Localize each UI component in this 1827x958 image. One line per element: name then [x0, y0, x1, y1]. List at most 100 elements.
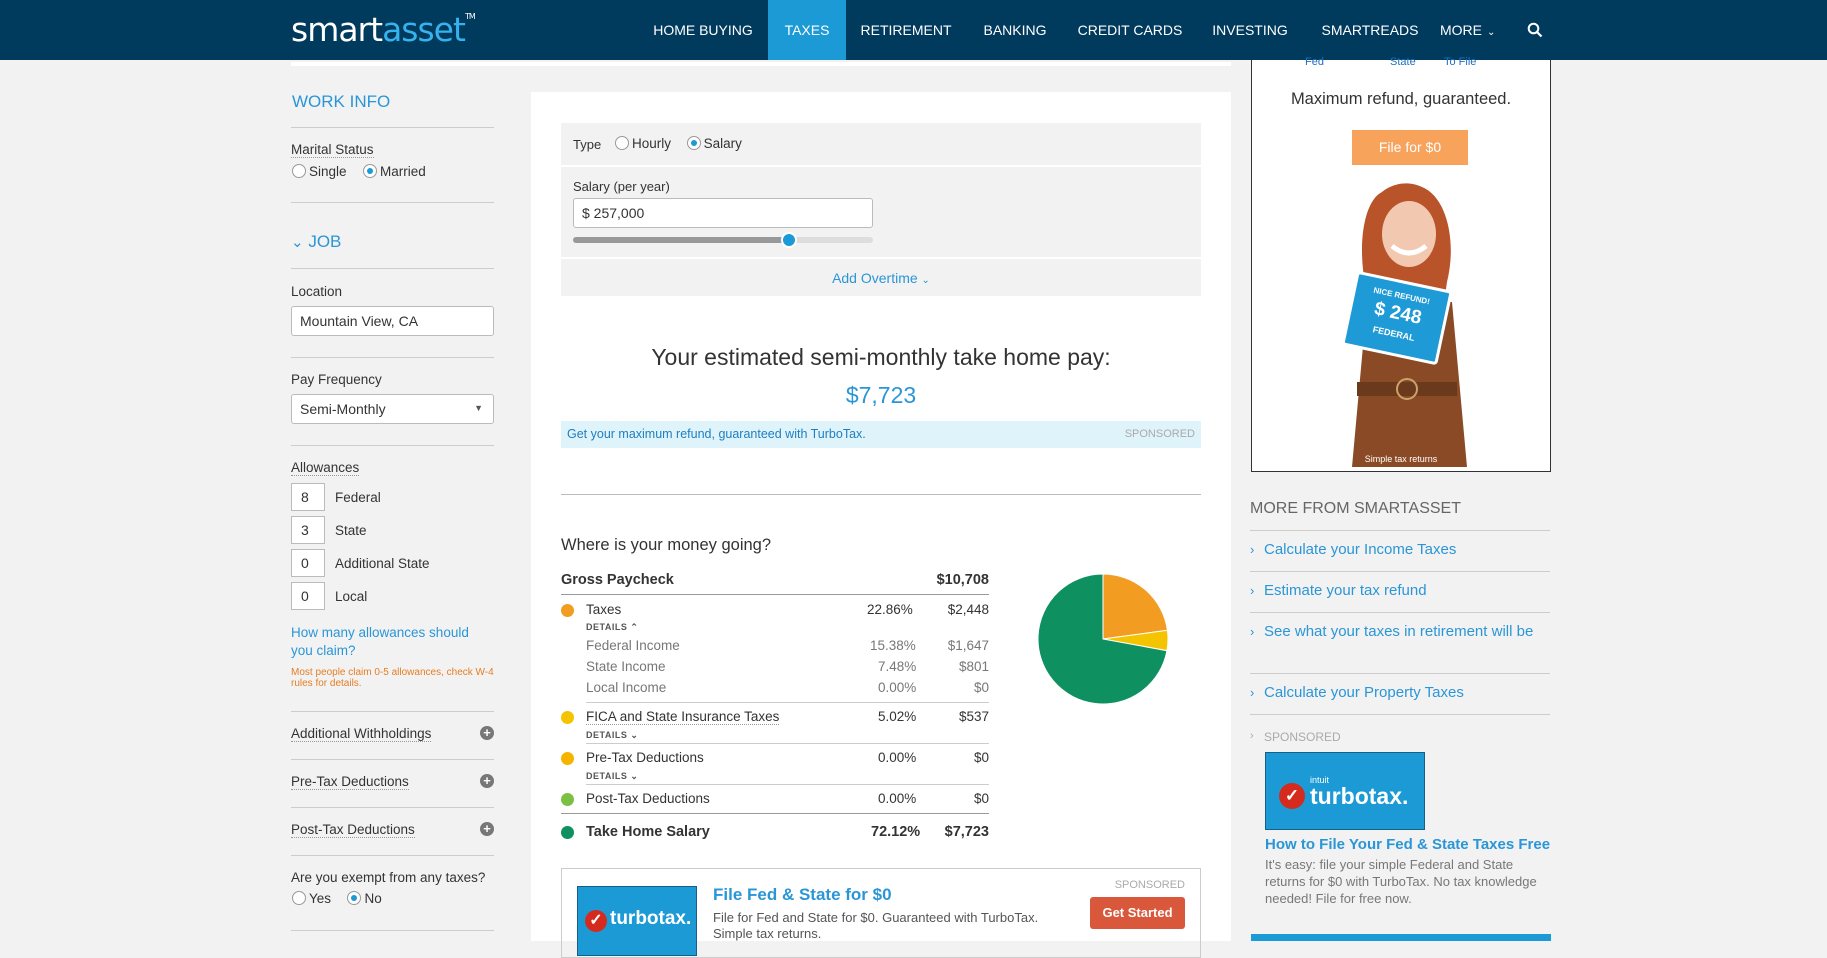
logo-asset-text: asset [382, 10, 466, 49]
allowance-state-label: State [335, 523, 367, 538]
main-panel: Type Hourly Salary Salary (per year) $ 2… [531, 92, 1231, 958]
divider [561, 494, 1201, 495]
plus-icon[interactable]: + [480, 774, 494, 788]
allowance-federal-input[interactable]: 8 [291, 483, 325, 511]
link-tax-refund[interactable]: Estimate your tax refund [1264, 581, 1548, 601]
divider [291, 759, 494, 760]
pay-type-box: Type Hourly Salary [561, 123, 1201, 165]
nav-retirement[interactable]: RETIREMENT [856, 0, 956, 60]
tt-article-title[interactable]: How to File Your Fed & State Taxes Free [1265, 836, 1550, 853]
type-label: Type [573, 137, 602, 152]
add-overtime-box: Add Overtime ⌄ [561, 259, 1201, 296]
type-options: Hourly Salary [615, 136, 754, 151]
fica-amount: $537 [958, 709, 989, 724]
turbotax-logo-box: ✓ turbotax. [577, 886, 697, 956]
turbotax-ad[interactable]: Fed State To File Maximum refund, guaran… [1251, 56, 1551, 472]
radio-single[interactable] [292, 164, 306, 178]
nav-more[interactable]: MORE ⌄ [1440, 0, 1498, 60]
allowance-local-label: Local [335, 589, 368, 604]
link-income-taxes[interactable]: Calculate your Income Taxes [1264, 540, 1548, 560]
gross-value: $10,708 [936, 572, 989, 588]
salary-box: Salary (per year) $ 257,000 [561, 167, 1201, 257]
allowance-state-input[interactable]: 3 [291, 516, 325, 544]
link-retirement-taxes[interactable]: See what your taxes in retirement will b… [1264, 622, 1548, 642]
radio-exempt-yes[interactable] [292, 891, 306, 905]
nav-credit-cards[interactable]: CREDIT CARDS [1075, 0, 1185, 60]
top-nav: smartassetTM HOME BUYING TAXES RETIREMEN… [0, 0, 1827, 60]
radio-exempt-no-label: No [364, 891, 382, 906]
turbotax-promo[interactable]: ✓ turbotax. File Fed & State for $0 File… [561, 868, 1201, 958]
chevron-right-icon: › [1250, 542, 1255, 557]
pre-tax-deductions-label[interactable]: Pre-Tax Deductions [291, 774, 409, 790]
turbotax-banner-text: Get your maximum refund, guaranteed with… [567, 427, 866, 441]
divider [291, 930, 494, 931]
checkmark-icon: ✓ [585, 910, 607, 932]
allowance-local-input[interactable]: 0 [291, 582, 325, 610]
nav-taxes[interactable]: TAXES [768, 0, 846, 60]
gross-label: Gross Paycheck [561, 572, 674, 588]
fica-details-toggle[interactable]: DETAILS ⌄ [586, 730, 638, 741]
chevron-down-icon: ⌄ [1487, 27, 1496, 38]
legend-dot-pre-tax [561, 752, 574, 765]
salary-slider-handle[interactable] [781, 232, 797, 248]
allowance-additional-state-input[interactable]: 0 [291, 549, 325, 577]
add-overtime-link[interactable]: Add Overtime ⌄ [832, 270, 930, 286]
ad-tab-to-file: To File [1444, 56, 1477, 68]
chevron-up-icon: ⌃ [630, 622, 639, 632]
divider [291, 711, 494, 712]
radio-exempt-no[interactable] [347, 891, 362, 905]
promo-title: File Fed & State for $0 [713, 885, 892, 904]
ad-file-button[interactable]: File for $0 [1352, 130, 1468, 165]
taxes-label: Taxes [586, 602, 622, 617]
post-tax-deductions-label[interactable]: Post-Tax Deductions [291, 822, 415, 838]
additional-withholdings-label[interactable]: Additional Withholdings [291, 726, 432, 742]
divider [1250, 530, 1550, 531]
pre-tax-label: Pre-Tax Deductions [586, 750, 704, 765]
salary-slider[interactable] [573, 232, 873, 248]
allowance-help-link[interactable]: How many allowances should you claim? [291, 624, 481, 660]
pre-tax-details-toggle[interactable]: DETAILS ⌄ [586, 771, 638, 782]
allowance-federal-label: Federal [335, 490, 381, 505]
nav-home-buying[interactable]: HOME BUYING [648, 0, 758, 60]
job-section-toggle[interactable]: ⌄ JOB [291, 232, 341, 252]
radio-salary[interactable] [686, 136, 701, 150]
radio-hourly[interactable] [615, 136, 629, 150]
search-icon[interactable] [1527, 22, 1543, 38]
smartasset-logo[interactable]: smartassetTM [291, 10, 476, 49]
location-input[interactable]: Mountain View, CA [291, 306, 494, 336]
taxes-details-toggle[interactable]: DETAILS ⌃ [586, 622, 638, 633]
pie-slice-taxes [1102, 573, 1168, 640]
promo-text-2: Simple tax returns. [713, 926, 822, 941]
take-home-pct: 72.12% [871, 824, 921, 840]
plus-icon[interactable]: + [480, 822, 494, 836]
nav-banking[interactable]: BANKING [975, 0, 1055, 60]
divider [561, 813, 989, 814]
marital-status-options: Single Married [292, 163, 438, 181]
plus-icon[interactable]: + [480, 726, 494, 740]
radio-married[interactable] [362, 164, 377, 178]
turbotax-wordmark: turbotax. [1310, 783, 1409, 809]
nav-investing[interactable]: INVESTING [1205, 0, 1295, 60]
link-property-taxes[interactable]: Calculate your Property Taxes [1264, 683, 1548, 703]
radio-married-label: Married [379, 164, 426, 179]
promo-sponsored: SPONSORED [1114, 879, 1185, 891]
checkmark-icon: ✓ [1279, 783, 1305, 809]
dropdown-arrow-icon: ▼ [474, 403, 483, 413]
divider [291, 202, 494, 203]
get-started-button[interactable]: Get Started [1090, 897, 1185, 929]
taxes-amount: $2,448 [947, 602, 989, 617]
salary-slider-fill [573, 237, 789, 243]
nav-more-label: MORE [1440, 22, 1482, 38]
local-income-label: Local Income [586, 680, 667, 695]
salary-input[interactable]: $ 257,000 [573, 198, 873, 228]
location-label: Location [291, 284, 343, 299]
divider [291, 445, 494, 446]
turbotax-logo-ad[interactable]: intuit ✓ turbotax. [1265, 752, 1425, 830]
divider [1250, 714, 1550, 715]
estimate-heading: Your estimated semi-monthly take home pa… [651, 344, 1111, 370]
pay-frequency-select[interactable]: Semi-Monthly ▼ [291, 394, 494, 424]
divider [291, 807, 494, 808]
nav-smartreads[interactable]: SMARTREADS [1315, 0, 1425, 60]
turbotax-banner[interactable]: Get your maximum refund, guaranteed with… [561, 421, 1201, 448]
ad-tab-fed: Fed [1305, 56, 1324, 68]
